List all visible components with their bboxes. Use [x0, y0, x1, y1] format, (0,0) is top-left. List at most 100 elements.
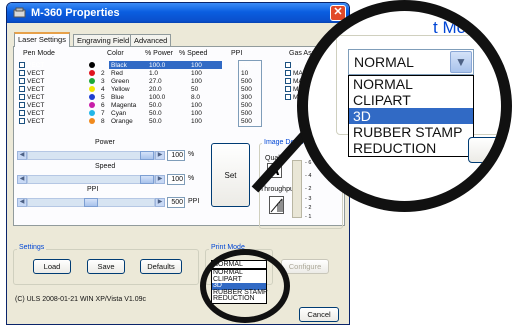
pen-row[interactable]: VECT 7 Cyan 50.0 100 500: [19, 110, 339, 117]
speed-field[interactable]: 100: [167, 174, 185, 185]
pen-color-swatch: [89, 70, 95, 76]
pen-row[interactable]: VECT3Green27.0100500MAN: [19, 78, 339, 85]
pen-mode-checkbox[interactable]: [19, 102, 25, 108]
pen-power: 100.0: [149, 94, 166, 101]
pen-mode: VECT: [27, 70, 45, 77]
pen-speed: 100: [191, 110, 202, 117]
pen-mode: VECT: [27, 118, 45, 125]
gas-assist-checkbox[interactable]: [285, 94, 291, 100]
power-field[interactable]: 100: [167, 150, 185, 161]
zoomed-print-mode-option[interactable]: 3D: [349, 108, 473, 124]
zoomed-print-mode-select[interactable]: NORMAL ▼: [348, 49, 474, 75]
zoomed-selected-value: NORMAL: [354, 54, 414, 70]
load-button[interactable]: Load: [33, 259, 71, 274]
power-header: % Power: [145, 50, 174, 57]
speed-unit: %: [188, 175, 195, 182]
pen-mode-checkbox[interactable]: [19, 110, 25, 116]
ppi-field[interactable]: 500: [167, 197, 185, 208]
pen-ppi: 10: [241, 70, 249, 77]
throughput-label: Throughput: [260, 186, 296, 193]
pen-mode-checkbox[interactable]: [19, 94, 25, 100]
pen-mode-checkbox[interactable]: [19, 62, 25, 68]
pen-color-name: Cyan: [111, 110, 127, 117]
chevron-down-icon[interactable]: ▼: [450, 51, 472, 73]
pen-ppi: 500: [241, 102, 252, 109]
pen-speed: 100: [191, 118, 202, 125]
speed-slider-thumb[interactable]: [140, 175, 154, 184]
pen-color-swatch: [89, 62, 95, 68]
pen-power: 27.0: [149, 78, 162, 85]
power-left-arrow[interactable]: ◀: [17, 151, 27, 160]
gas-assist-checkbox[interactable]: [285, 70, 291, 76]
set-button[interactable]: Set: [211, 143, 250, 207]
pen-row[interactable]: VECT 6 Magenta 50.0 100 500: [19, 102, 339, 109]
pen-color-swatch: [89, 94, 95, 100]
pen-color-name: Yellow: [111, 86, 130, 93]
pen-row[interactable]: VECT 2 Red 1.0 100 10 MAN: [19, 70, 339, 77]
app-icon: [13, 7, 26, 18]
power-unit: %: [188, 151, 195, 158]
magnifier-focus-ring: [200, 249, 290, 323]
power-label: Power: [95, 139, 115, 146]
pen-power: 50.0: [149, 110, 162, 117]
pen-mode: VECT: [27, 62, 45, 69]
pen-power: 50.0: [149, 102, 162, 109]
pen-mode-checkbox[interactable]: [19, 70, 25, 76]
density-slider[interactable]: [292, 160, 302, 218]
color-header: Color: [107, 50, 124, 57]
speed-right-arrow[interactable]: ▶: [155, 175, 165, 184]
save-button[interactable]: Save: [87, 259, 125, 274]
pen-mode-checkbox[interactable]: [19, 86, 25, 92]
pen-speed: 100: [191, 62, 202, 69]
zoomed-print-mode-option[interactable]: REDUCTION: [349, 140, 473, 156]
power-slider[interactable]: [27, 151, 155, 160]
pen-power: 1.0: [149, 70, 159, 77]
pen-color-name: Orange: [111, 118, 133, 125]
pen-number: 1: [101, 62, 105, 69]
configure-button: Configure: [281, 259, 329, 274]
gas-assist-checkbox[interactable]: [285, 62, 291, 68]
speed-slider[interactable]: [27, 175, 155, 184]
cancel-button[interactable]: Cancel: [299, 307, 339, 322]
pen-mode-checkbox[interactable]: [19, 118, 25, 124]
power-right-arrow[interactable]: ▶: [155, 151, 165, 160]
pen-mode: VECT: [27, 110, 45, 117]
pen-mode-checkbox[interactable]: [19, 78, 25, 84]
ppi-right-arrow[interactable]: ▶: [155, 198, 165, 207]
pen-row[interactable]: VECT 5 Blue 100.0 8.0 300 M: [19, 94, 339, 101]
throughput-icon: [269, 196, 284, 214]
zoomed-print-mode-option[interactable]: CLIPART: [349, 92, 473, 108]
density-mark-5: - 2: [305, 205, 312, 211]
pen-speed: 50: [191, 86, 199, 93]
pen-number: 6: [101, 102, 105, 109]
pen-ppi: 500: [241, 62, 252, 69]
magnifier-lens: t Mode NORMAL ▼ NORMAL CLIPART 3D RUBBER ST…: [297, 0, 512, 212]
pen-number: 2: [101, 70, 105, 77]
settings-title: Settings: [17, 244, 47, 251]
copyright-text: (C) ULS 2008-01-21 WIN XP/Vista V1.09c: [15, 296, 146, 303]
pen-row[interactable]: VECT 8 Orange 50.0 100 500: [19, 118, 339, 125]
pen-mode: VECT: [27, 102, 45, 109]
defaults-button[interactable]: Defaults: [140, 259, 182, 274]
tab-engraving-field[interactable]: Engraving Field: [73, 34, 134, 46]
gas-assist-checkbox[interactable]: [285, 78, 291, 84]
zoomed-print-mode-option[interactable]: NORMAL: [349, 76, 473, 92]
ppi-label: PPI: [87, 186, 99, 193]
tab-laser-settings[interactable]: Laser Settings: [14, 32, 70, 47]
gas-assist-checkbox[interactable]: [285, 86, 291, 92]
ppi-slider[interactable]: [27, 198, 155, 207]
pen-row[interactable]: VECT 1 Black 100.0 100 500 MANU: [19, 61, 339, 69]
title-bar[interactable]: M-360 Properties ✕: [7, 3, 349, 23]
ppi-slider-thumb[interactable]: [84, 198, 98, 207]
tab-advanced[interactable]: Advanced: [130, 34, 172, 46]
ppi-header: PPI: [231, 50, 243, 57]
pen-mode: VECT: [27, 86, 45, 93]
zoomed-print-mode-option[interactable]: RUBBER STAMP: [349, 124, 473, 140]
power-slider-thumb[interactable]: [140, 151, 154, 160]
speed-header: % Speed: [179, 50, 208, 57]
speed-left-arrow[interactable]: ◀: [17, 175, 27, 184]
pen-row[interactable]: VECT4Yellow20.050500MA: [19, 86, 339, 93]
pen-mode: VECT: [27, 94, 45, 101]
ppi-left-arrow[interactable]: ◀: [17, 198, 27, 207]
pen-color-name: Blue: [111, 94, 125, 101]
